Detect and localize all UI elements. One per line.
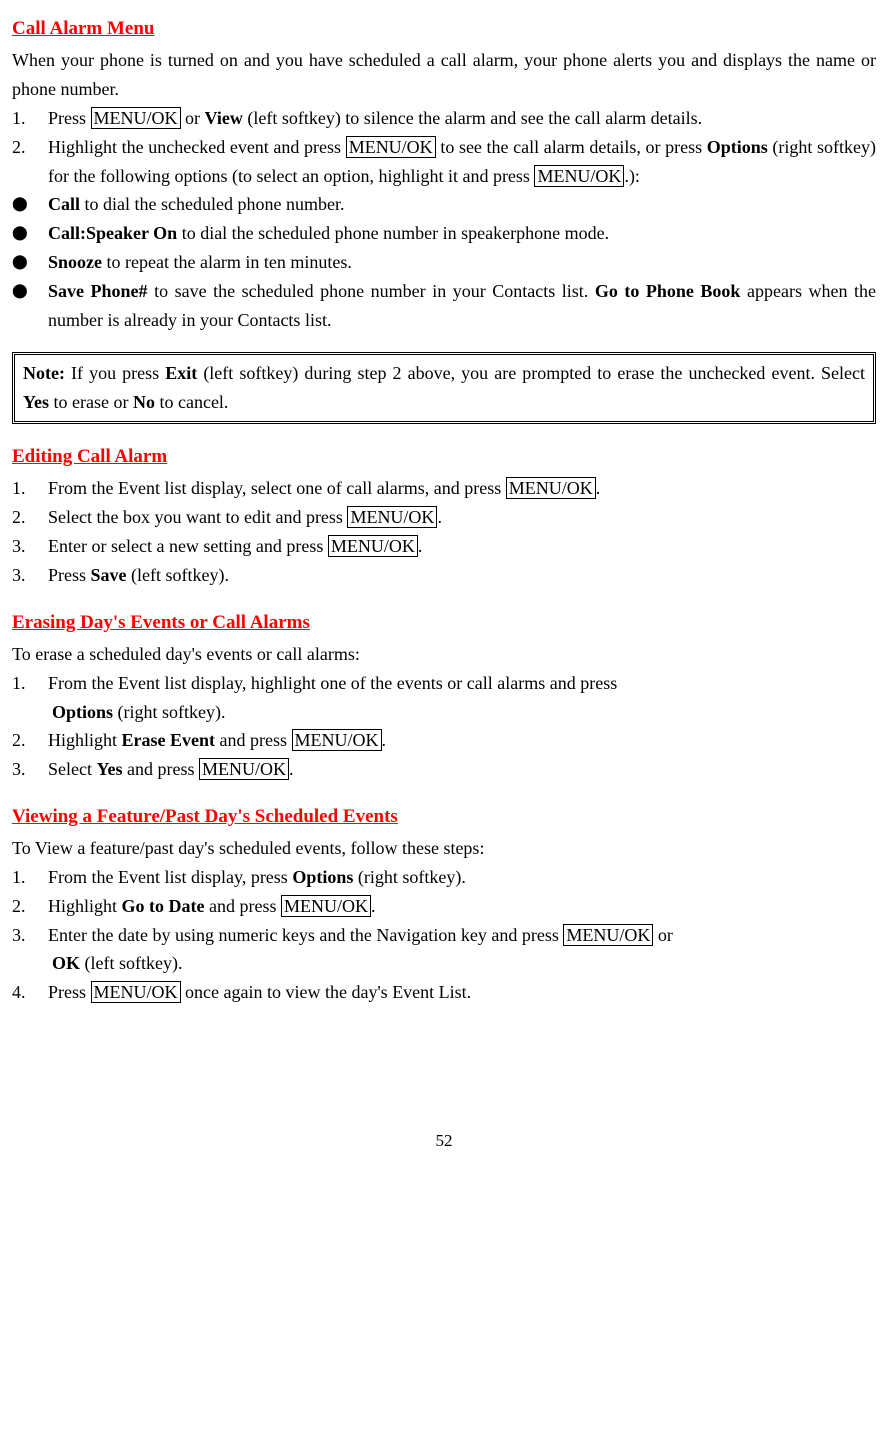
menu-ok-key: MENU/OK [563,924,653,946]
step-number: 3. [12,921,48,979]
list-item: ⬤ Call to dial the scheduled phone numbe… [12,190,876,219]
step-content: Highlight the unchecked event and press … [48,133,876,191]
list-item: ⬤ Snooze to repeat the alarm in ten minu… [12,248,876,277]
bullet-content: Call to dial the scheduled phone number. [48,190,876,219]
numbered-list: 1. Press MENU/OK or View (left softkey) … [12,104,876,190]
menu-ok-key: MENU/OK [534,165,624,187]
list-item: 2. Highlight the unchecked event and pre… [12,133,876,191]
list-item: 3. Select Yes and press MENU/OK. [12,755,876,784]
list-item: ⬤ Save Phone# to save the scheduled phon… [12,277,876,335]
step-content: From the Event list display, press Optio… [48,863,876,892]
step-number: 1. [12,104,48,133]
list-item: 4. Press MENU/OK once again to view the … [12,978,876,1007]
menu-ok-key: MENU/OK [506,477,596,499]
step-content: Enter the date by using numeric keys and… [48,921,876,979]
bullet-icon: ⬤ [12,277,48,335]
step-number: 4. [12,978,48,1007]
step-number: 2. [12,892,48,921]
menu-ok-key: MENU/OK [292,729,382,751]
bullet-content: Snooze to repeat the alarm in ten minute… [48,248,876,277]
numbered-list: 1. From the Event list display, highligh… [12,669,876,784]
step-number: 3. [12,561,48,590]
step-number: 1. [12,863,48,892]
step-number: 3. [12,755,48,784]
intro-paragraph: To erase a scheduled day's events or cal… [12,640,876,669]
menu-ok-key: MENU/OK [281,895,371,917]
menu-ok-key: MENU/OK [346,136,436,158]
section-heading-call-alarm-menu: Call Alarm Menu [12,14,876,44]
step-number: 3. [12,532,48,561]
section-heading-editing-call-alarm: Editing Call Alarm [12,442,876,472]
note-box: Note: If you press Exit (left softkey) d… [12,352,876,424]
page-number: 52 [12,1127,876,1154]
section-heading-viewing-events: Viewing a Feature/Past Day's Scheduled E… [12,802,876,832]
step-content: Press MENU/OK or View (left softkey) to … [48,104,876,133]
list-item: 1. Press MENU/OK or View (left softkey) … [12,104,876,133]
list-item: 3. Enter the date by using numeric keys … [12,921,876,979]
menu-ok-key: MENU/OK [91,981,181,1003]
list-item: 2. Select the box you want to edit and p… [12,503,876,532]
list-item: 1. From the Event list display, highligh… [12,669,876,727]
step-number: 2. [12,133,48,191]
list-item: 2. Highlight Erase Event and press MENU/… [12,726,876,755]
step-number: 2. [12,503,48,532]
bullet-content: Call:Speaker On to dial the scheduled ph… [48,219,876,248]
step-content: Select the box you want to edit and pres… [48,503,876,532]
menu-ok-key: MENU/OK [347,506,437,528]
menu-ok-key: MENU/OK [91,107,181,129]
numbered-list: 1. From the Event list display, select o… [12,474,876,589]
list-item: 1. From the Event list display, press Op… [12,863,876,892]
bullet-icon: ⬤ [12,190,48,219]
view-softkey: View [205,108,243,128]
step-content: From the Event list display, highlight o… [48,669,876,727]
list-item: 3. Press Save (left softkey). [12,561,876,590]
list-item: 2. Highlight Go to Date and press MENU/O… [12,892,876,921]
step-content: Highlight Erase Event and press MENU/OK. [48,726,876,755]
options-softkey: Options [707,137,768,157]
list-item: 3. Enter or select a new setting and pre… [12,532,876,561]
step-content: Highlight Go to Date and press MENU/OK. [48,892,876,921]
bullet-icon: ⬤ [12,248,48,277]
intro-paragraph: When your phone is turned on and you hav… [12,46,876,104]
step-content: Press Save (left softkey). [48,561,876,590]
menu-ok-key: MENU/OK [328,535,418,557]
bullet-list: ⬤ Call to dial the scheduled phone numbe… [12,190,876,334]
step-content: Enter or select a new setting and press … [48,532,876,561]
menu-ok-key: MENU/OK [199,758,289,780]
intro-paragraph: To View a feature/past day's scheduled e… [12,834,876,863]
step-number: 1. [12,474,48,503]
bullet-content: Save Phone# to save the scheduled phone … [48,277,876,335]
bullet-icon: ⬤ [12,219,48,248]
section-heading-erasing-events: Erasing Day's Events or Call Alarms [12,608,876,638]
step-number: 1. [12,669,48,727]
numbered-list: 1. From the Event list display, press Op… [12,863,876,1007]
list-item: 1. From the Event list display, select o… [12,474,876,503]
step-number: 2. [12,726,48,755]
step-content: Select Yes and press MENU/OK. [48,755,876,784]
step-content: From the Event list display, select one … [48,474,876,503]
note-label: Note: [23,363,65,383]
step-content: Press MENU/OK once again to view the day… [48,978,876,1007]
list-item: ⬤ Call:Speaker On to dial the scheduled … [12,219,876,248]
